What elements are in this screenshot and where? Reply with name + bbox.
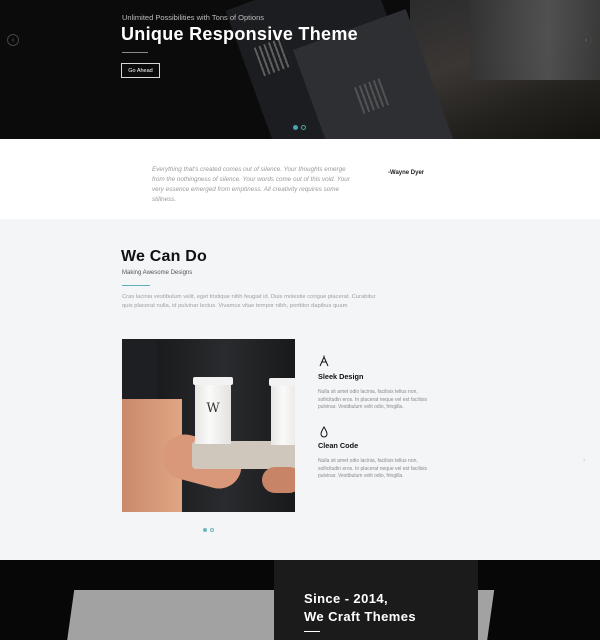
hero-slider: ‹ › Unlimited Possibilities with Tons of… [0,0,600,139]
services-dot-1[interactable] [203,528,207,532]
photo-cup-tray [192,441,295,469]
photo-cup-lid [193,377,233,385]
quote-section: Everything that's created comes out of s… [0,139,600,219]
hero-divider [122,52,148,53]
since-section: Since - 2014, We Craft Themes [0,560,600,640]
quote-author: -Wayne Dyer [388,170,425,176]
feature-title: Sleek Design [318,372,364,381]
section-title: We Can Do [121,248,207,265]
chevron-right-icon[interactable]: › [583,457,585,464]
feature-text: Nulla sit amet odio lacinia, facilisis t… [318,389,427,410]
feature-title: Clean Code [318,441,359,450]
hero-title: Unique Responsive Theme [121,24,358,44]
hero-pagination [293,125,306,130]
coffee-cups-photo: W [122,339,295,512]
quote-text: Everything that's created comes out of s… [152,166,350,203]
feature-text: Nulla sit amet odio lacinia, facilisis t… [318,458,427,479]
chevron-right-icon[interactable]: › [580,34,592,46]
droplet-icon [318,425,330,438]
hero-dot-2[interactable] [301,125,306,130]
since-line-2: We Craft Themes [304,609,416,624]
section-divider [122,285,150,286]
chevron-left-icon[interactable]: ‹ [7,34,19,46]
since-divider [304,631,320,632]
go-ahead-button[interactable]: Go Ahead [121,63,160,78]
drafting-compass-icon [318,355,330,367]
cup-logo: W [206,401,220,416]
photo-coffee-cup [269,378,295,445]
photo-hand [262,467,295,493]
services-dot-2[interactable] [210,528,214,532]
hero-dot-1[interactable] [293,125,298,130]
since-line-1: Since - 2014, [304,591,388,606]
photo-coffee-cup: W [193,377,233,444]
services-pagination [203,528,214,532]
services-section: We Can Do Making Awesome Designs Cras la… [0,219,600,560]
section-description: Cras lacinia vestibulum velit, eget tris… [122,294,376,309]
hero-kicker: Unlimited Possibilities with Tons of Opt… [122,13,265,22]
photo-cup-lid [269,378,295,386]
section-subtitle: Making Awesome Designs [122,270,193,276]
since-title: Since - 2014, We Craft Themes [304,590,416,626]
